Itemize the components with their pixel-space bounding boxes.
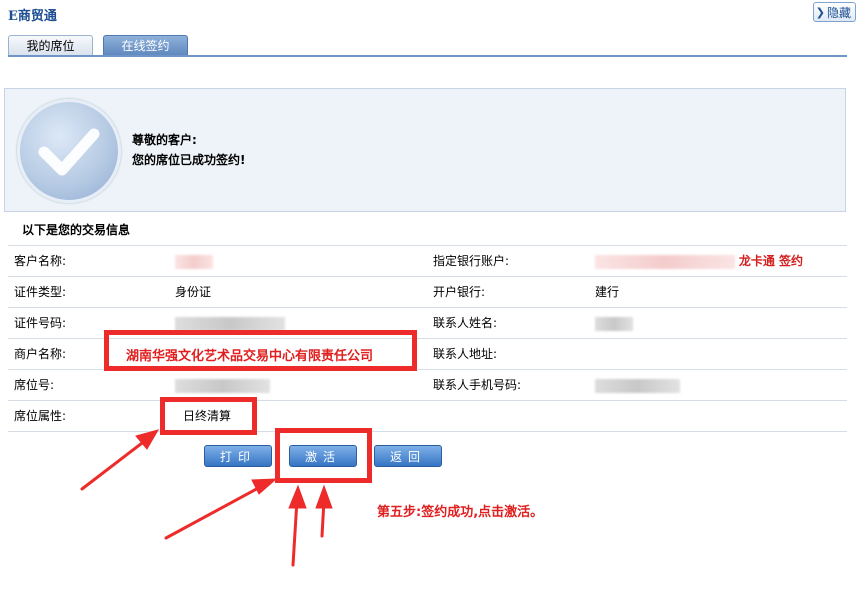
arrow-3-head — [288, 484, 307, 509]
arrow-2 — [164, 484, 264, 540]
step-instruction: 第五步:签约成功,点击激活。 — [377, 505, 544, 520]
arrow-3 — [291, 498, 299, 567]
arrow-1 — [80, 438, 148, 491]
arrow-4-head — [315, 484, 333, 509]
arrow-2-head — [251, 478, 278, 495]
